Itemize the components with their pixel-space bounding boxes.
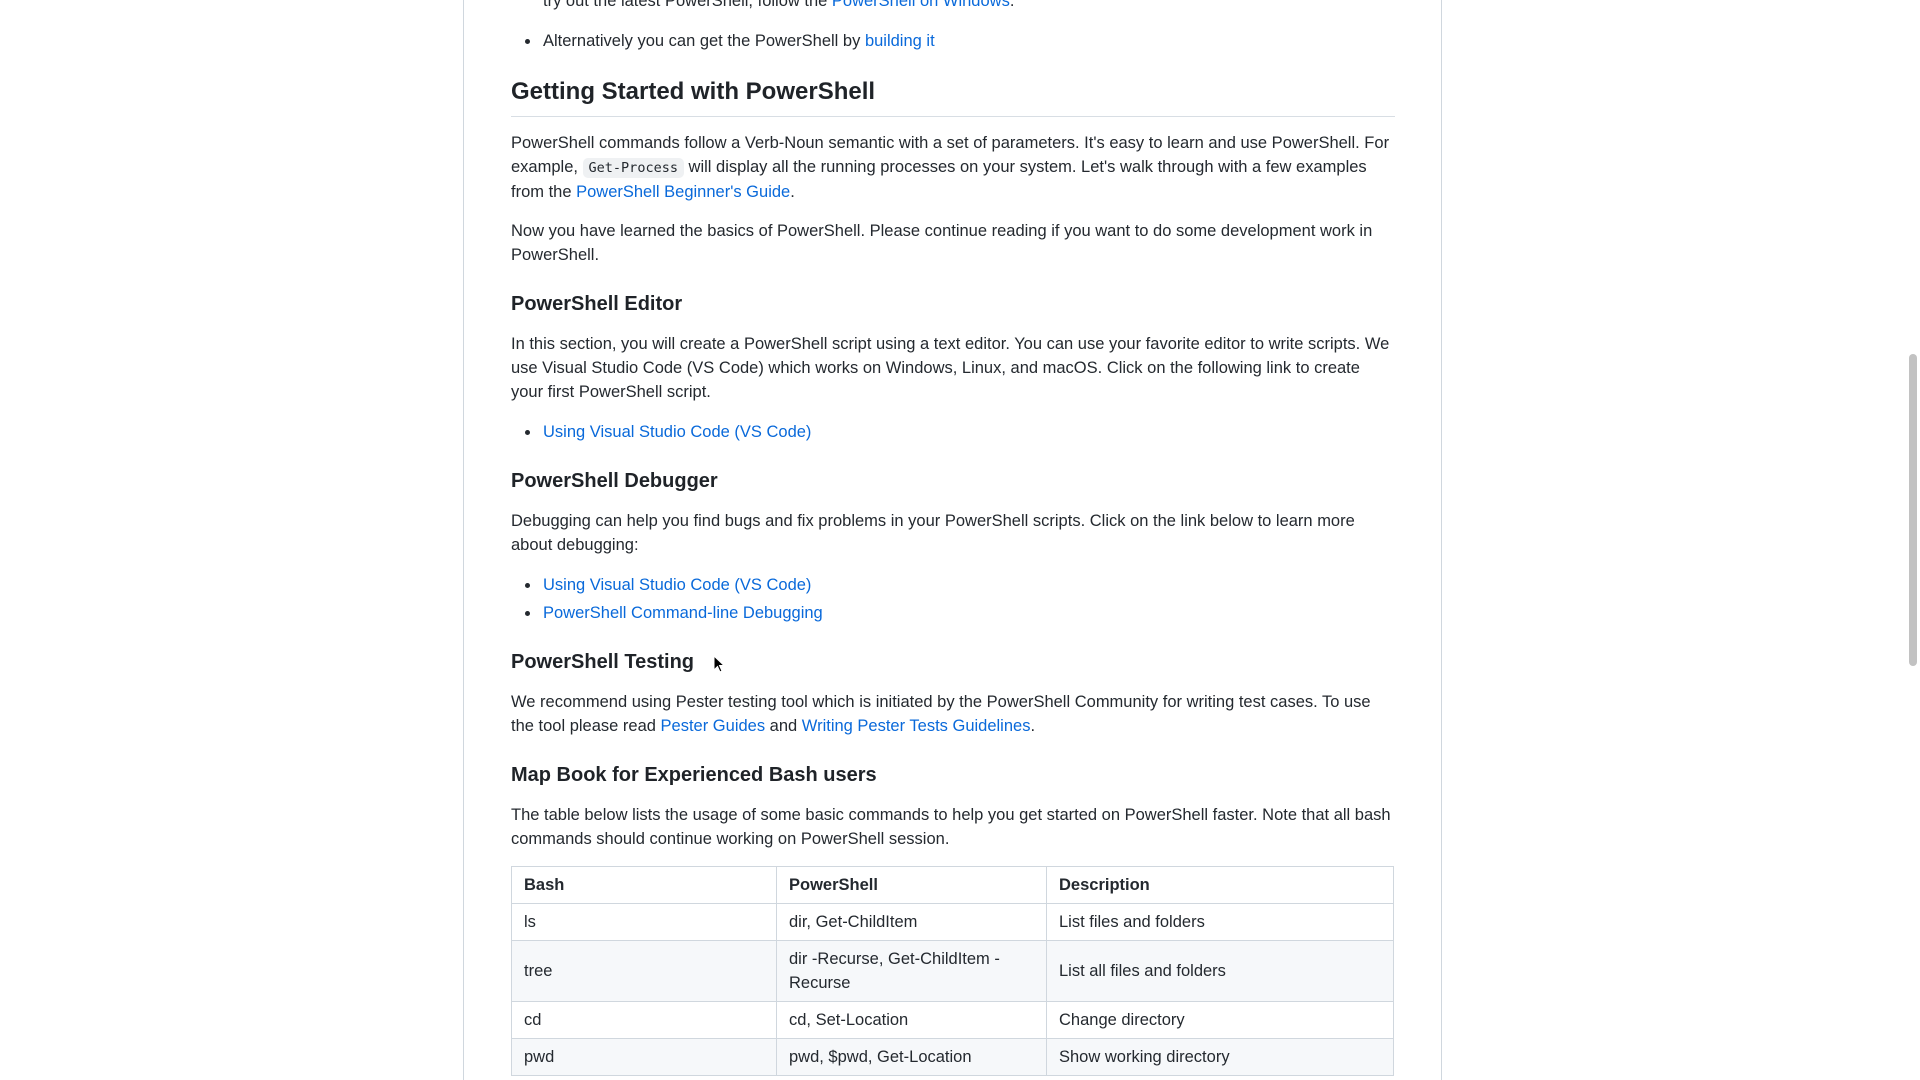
heading-mapbook: Map Book for Experienced Bash users bbox=[511, 764, 877, 786]
table-header-description: Description bbox=[1046, 866, 1394, 904]
table-row: tree dir -Recurse, Get-ChildItem -Recurs… bbox=[511, 940, 1394, 1002]
pester-guides-link[interactable]: Pester Guides bbox=[661, 717, 766, 735]
testing-paragraph: We recommend using Pester testing tool w… bbox=[511, 690, 1395, 738]
table-cell: pwd, $pwd, Get-Location bbox=[776, 1038, 1047, 1076]
table-cell: tree bbox=[511, 940, 777, 1002]
table-cell: cd bbox=[511, 1001, 777, 1039]
partial-text: try out the latest PowerShell, follow th… bbox=[543, 0, 832, 10]
table-header-bash: Bash bbox=[511, 866, 777, 904]
table-cell: Change directory bbox=[1046, 1001, 1394, 1039]
heading-testing: PowerShell Testing bbox=[511, 651, 694, 673]
list-bullet bbox=[525, 39, 530, 44]
alt-list-item: Alternatively you can get the PowerShell… bbox=[543, 29, 1427, 53]
table-cell: cd, Set-Location bbox=[776, 1001, 1047, 1039]
table-cell: List files and folders bbox=[1046, 903, 1394, 941]
partial-list-item: try out the latest PowerShell, follow th… bbox=[543, 0, 1427, 13]
beginners-guide-link[interactable]: PowerShell Beginner's Guide bbox=[576, 183, 790, 201]
heading-editor: PowerShell Editor bbox=[511, 293, 683, 315]
table-header-row: Bash PowerShell Description bbox=[511, 866, 1394, 904]
debugger-vscode-link[interactable]: Using Visual Studio Code (VS Code) bbox=[543, 573, 811, 597]
page-border-right bbox=[1441, 0, 1442, 1080]
table-header-powershell: PowerShell bbox=[776, 866, 1047, 904]
mapbook-paragraph: The table below lists the usage of some … bbox=[511, 806, 1391, 848]
list-bullet bbox=[525, 583, 530, 588]
heading-debugger: PowerShell Debugger bbox=[511, 470, 718, 492]
heading-getting-started: Getting Started with PowerShell bbox=[511, 78, 876, 105]
table-row: ls dir, Get-ChildItem List files and fol… bbox=[511, 903, 1394, 941]
partial-end: . bbox=[1009, 0, 1015, 10]
table-cell: dir, Get-ChildItem bbox=[776, 903, 1047, 941]
testing-end: . bbox=[1030, 717, 1036, 735]
page-border-left bbox=[463, 0, 464, 1080]
table-cell: Show working directory bbox=[1046, 1038, 1394, 1076]
mouse-cursor-icon bbox=[713, 655, 725, 673]
testing-text-mid: and bbox=[765, 717, 802, 735]
writing-pester-tests-link[interactable]: Writing Pester Tests Guidelines bbox=[802, 717, 1031, 735]
p1-end: . bbox=[790, 183, 795, 201]
scrollbar-thumb[interactable] bbox=[1909, 354, 1917, 666]
bash-powershell-table: Bash PowerShell Description ls dir, Get-… bbox=[511, 866, 1394, 1076]
alt-text: Alternatively you can get the PowerShell… bbox=[543, 32, 865, 50]
powershell-on-windows-link[interactable]: PowerShell on Windows bbox=[832, 0, 1010, 10]
debugger-paragraph: Debugging can help you find bugs and fix… bbox=[511, 512, 1355, 554]
table-cell: List all files and folders bbox=[1046, 940, 1394, 1002]
building-it-link[interactable]: building it bbox=[865, 32, 935, 50]
editor-paragraph: In this section, you will create a Power… bbox=[511, 335, 1390, 401]
getting-started-paragraph-1: PowerShell commands follow a Verb-Noun s… bbox=[511, 131, 1395, 204]
table-cell: dir -Recurse, Get-ChildItem -Recurse bbox=[776, 940, 1047, 1002]
table-cell: ls bbox=[511, 903, 777, 941]
table-row: pwd pwd, $pwd, Get-Location Show working… bbox=[511, 1038, 1394, 1076]
editor-vscode-link[interactable]: Using Visual Studio Code (VS Code) bbox=[543, 420, 811, 444]
command-line-debugging-link[interactable]: PowerShell Command-line Debugging bbox=[543, 601, 823, 625]
table-row: cd cd, Set-Location Change directory bbox=[511, 1001, 1394, 1039]
heading-rule bbox=[511, 116, 1395, 117]
table-cell: pwd bbox=[511, 1038, 777, 1076]
getting-started-paragraph-2: Now you have learned the basics of Power… bbox=[511, 222, 1373, 264]
list-bullet bbox=[525, 430, 530, 435]
list-bullet bbox=[525, 611, 530, 616]
get-process-code: Get-Process bbox=[582, 158, 684, 178]
